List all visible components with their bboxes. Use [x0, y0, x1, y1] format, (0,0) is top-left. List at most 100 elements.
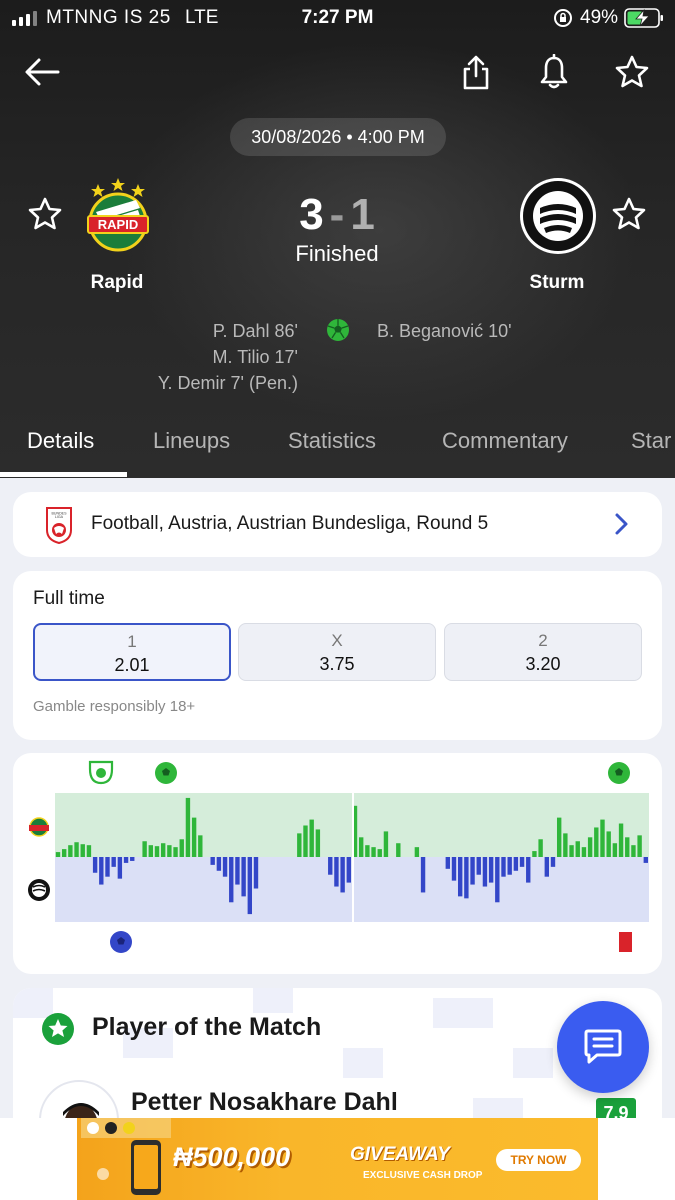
home-momentum-bar [581, 847, 587, 857]
ad-cta-button[interactable]: TRY NOW [496, 1149, 581, 1171]
odd-option-draw[interactable]: X 3.75 [238, 623, 436, 681]
odd-value: 3.75 [319, 654, 355, 674]
home-momentum-bar [154, 846, 160, 857]
goal-icon [155, 762, 177, 784]
match-header: MTNNG IS 25 LTE 7:27 PM 49% 30/08/2026 •… [0, 0, 675, 478]
home-momentum-bar [587, 837, 593, 857]
away-scorers: B. Beganović 10' [377, 318, 512, 344]
home-momentum-bar [142, 841, 147, 857]
away-momentum-bar [420, 857, 426, 893]
away-momentum-bar [507, 857, 512, 875]
home-momentum-bar [198, 835, 203, 857]
home-team-crest[interactable]: RAPID [78, 176, 158, 256]
home-momentum-bar [61, 849, 67, 857]
score-separator: - [329, 190, 345, 239]
home-momentum-bar [86, 845, 92, 857]
favorite-away-team-icon[interactable] [611, 196, 647, 232]
save-icon [88, 760, 114, 785]
tab-lineups[interactable]: Lineups [153, 428, 230, 454]
tab-standings[interactable]: Star [631, 428, 671, 454]
away-momentum-bar [476, 857, 481, 875]
home-momentum-bar [606, 831, 611, 857]
home-momentum-bar [538, 839, 543, 857]
share-button[interactable] [456, 52, 496, 92]
ad-subtitle: EXCLUSIVE CASH DROP [363, 1170, 483, 1181]
away-momentum-bar [340, 857, 345, 893]
home-momentum-bar [185, 797, 191, 857]
crest-lettering: RAPID [98, 217, 138, 232]
league-row[interactable]: BUNDES LIGA Football, Austria, Austrian … [13, 492, 662, 557]
away-momentum-bar [229, 857, 234, 903]
share-icon [463, 55, 489, 90]
chevron-right-icon [615, 513, 628, 535]
away-momentum-bar [99, 857, 104, 885]
potm-title: Player of the Match [92, 1013, 322, 1041]
tab-statistics[interactable]: Statistics [288, 428, 376, 454]
star-outline-icon [615, 55, 649, 88]
away-momentum-bar [488, 857, 494, 883]
home-momentum-bar [55, 852, 61, 857]
away-momentum-bar [550, 857, 556, 867]
back-button[interactable] [22, 52, 62, 92]
home-momentum-bar [377, 849, 382, 857]
away-momentum-bar [470, 857, 475, 885]
odd-value: 2.01 [114, 655, 150, 675]
ad-area: ₦500,000 GIVEAWAY EXCLUSIVE CASH DROP TR… [0, 1118, 675, 1200]
home-momentum-bar [297, 833, 302, 857]
home-momentum-bar [383, 831, 389, 857]
odd-option-away[interactable]: 2 3.20 [444, 623, 642, 681]
goal-icon [110, 931, 132, 953]
scorer: B. Beganović 10' [377, 321, 512, 341]
match-datetime: 30/08/2026 • 4:00 PM [230, 118, 446, 156]
bell-icon [540, 54, 568, 89]
red-card-icon [619, 932, 632, 952]
home-momentum-bar [173, 847, 178, 857]
away-momentum-bar [92, 857, 98, 873]
ad-banner[interactable]: ₦500,000 GIVEAWAY EXCLUSIVE CASH DROP TR… [77, 1118, 598, 1200]
favorite-home-team-icon[interactable] [27, 196, 63, 232]
favorite-match-button[interactable] [612, 52, 652, 92]
away-team-crest[interactable] [518, 176, 598, 256]
home-team-name[interactable]: Rapid [47, 272, 187, 294]
notifications-button[interactable] [534, 52, 574, 92]
away-momentum-bar [123, 857, 129, 863]
home-momentum-bar [365, 845, 370, 857]
attack-momentum-card[interactable] [13, 753, 662, 974]
odd-option-home[interactable]: 1 2.01 [33, 623, 231, 681]
home-momentum-bar [371, 847, 376, 857]
home-momentum-bar [625, 837, 630, 857]
svg-text:LIGA: LIGA [55, 515, 64, 519]
status-bar: MTNNG IS 25 LTE 7:27 PM 49% [0, 0, 675, 36]
away-momentum-bar [111, 857, 116, 867]
goal-ball-icon [327, 319, 349, 341]
tab-details[interactable]: Details [27, 428, 94, 454]
away-momentum-bar [445, 857, 450, 869]
away-momentum-bar [501, 857, 506, 877]
away-momentum-bar [346, 857, 351, 883]
home-momentum-bar [148, 845, 153, 857]
scorer: P. Dahl 86' [212, 321, 298, 341]
odds-card: Full time 1 2.01 X 3.75 2 3.20 Gamble re… [13, 571, 662, 740]
bundesliga-logo: BUNDES LIGA [46, 507, 72, 544]
chat-button[interactable] [557, 1001, 649, 1093]
home-mini-crest [29, 817, 49, 837]
tab-commentary[interactable]: Commentary [442, 428, 568, 454]
away-momentum-bar [544, 857, 549, 877]
home-momentum-bar [396, 843, 401, 857]
scorer: Y. Demir 7' (Pen.) [157, 373, 298, 393]
battery-charging-icon [624, 8, 663, 28]
away-momentum-bar [130, 857, 135, 861]
away-momentum-bar [482, 857, 488, 887]
home-momentum-bar [532, 851, 537, 857]
home-momentum-bar [563, 833, 568, 857]
away-momentum-bar [451, 857, 457, 881]
home-momentum-bar [575, 841, 580, 857]
away-momentum-bar [495, 857, 500, 903]
match-tabs: Details Lineups Statistics Commentary St… [0, 420, 675, 478]
scorer: M. Tilio 17' [212, 347, 298, 367]
away-team-name[interactable]: Sturm [487, 272, 627, 294]
away-momentum-bar [643, 857, 648, 863]
gamble-disclaimer: Gamble responsibly 18+ [33, 698, 196, 715]
odd-label: 2 [538, 631, 548, 650]
player-name[interactable]: Petter Nosakhare Dahl [131, 1088, 398, 1117]
